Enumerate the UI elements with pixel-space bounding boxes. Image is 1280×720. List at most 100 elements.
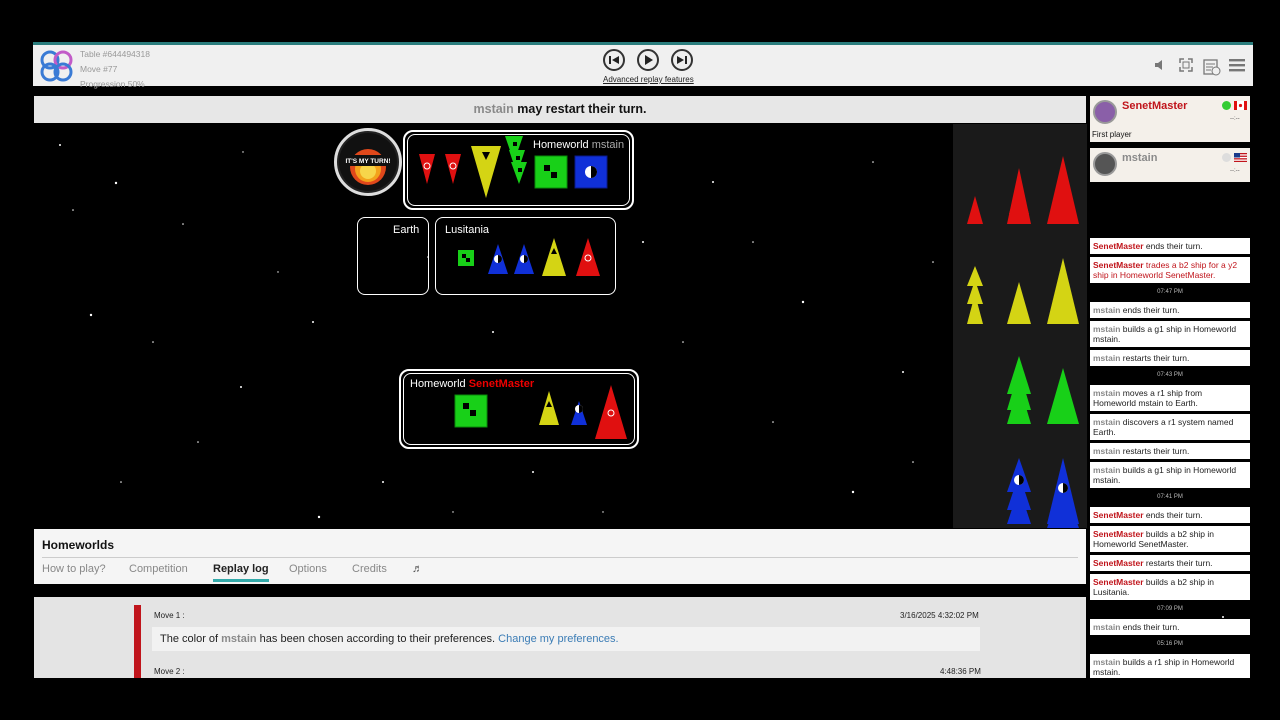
log-timestamp: 07:09 PM xyxy=(1090,603,1250,616)
game-info-panel: Homeworlds How to play? Competition Repl… xyxy=(34,529,1086,584)
log-entry-player: SenetMaster xyxy=(1093,241,1144,251)
log-entry: mstain restarts their turn. xyxy=(1090,443,1250,459)
ship-y2[interactable] xyxy=(539,391,559,425)
change-preferences-link[interactable]: Change my preferences. xyxy=(498,633,618,645)
log-timestamp: 05:16 PM xyxy=(1090,638,1250,651)
log-entry: SenetMaster builds a b2 ship in Lusitani… xyxy=(1090,574,1250,600)
play-button[interactable] xyxy=(637,49,659,71)
advanced-replay-link[interactable]: Advanced replay features xyxy=(603,75,694,84)
turn-token-badge: IT'S MY TURN! xyxy=(334,128,402,196)
canada-flag-icon xyxy=(1234,101,1247,110)
music-icon[interactable]: ♬ xyxy=(412,563,423,575)
log-text: has been chosen according to their prefe… xyxy=(256,633,499,645)
game-window: Table #644494318 Move #77 Progression 50… xyxy=(33,42,1253,678)
mute-icon[interactable] xyxy=(1153,58,1167,72)
log-entry: mstain builds a g1 ship in Homeworld mst… xyxy=(1090,462,1250,488)
status-bar: mstain may restart their turn. xyxy=(34,96,1086,123)
log-entry: SenetMaster ends their turn. xyxy=(1090,238,1250,254)
avatar[interactable] xyxy=(1093,152,1117,176)
table-info: Table #644494318 Move #77 Progression 50… xyxy=(80,47,150,92)
log-entry: mstain ends their turn. xyxy=(1090,619,1250,635)
logo-icon[interactable] xyxy=(39,49,75,83)
prev-button[interactable] xyxy=(603,49,625,71)
move-marker xyxy=(134,659,141,678)
log-entry-player: mstain xyxy=(1093,388,1121,398)
menu-icon[interactable] xyxy=(1229,58,1245,72)
player-name[interactable]: SenetMaster xyxy=(1122,100,1187,112)
tab-how-to-play[interactable]: How to play? xyxy=(42,563,106,575)
log-entry-text: restarts their turn. xyxy=(1120,446,1190,456)
game-title: Homeworlds xyxy=(42,538,115,552)
badge-main: IT'S MY TURN! xyxy=(345,158,390,165)
log-entry-player: mstain xyxy=(1093,657,1121,667)
notes-icon[interactable] xyxy=(1203,58,1221,76)
online-dot xyxy=(1222,101,1231,110)
tab-competition[interactable]: Competition xyxy=(129,563,188,575)
player-clock: --:-- xyxy=(1230,168,1240,174)
log-message: The color of mstain has been chosen acco… xyxy=(152,627,980,651)
avatar[interactable] xyxy=(1093,100,1117,124)
log-entry: SenetMaster builds a b2 ship in Homeworl… xyxy=(1090,526,1250,552)
move1-time: 3/16/2025 4:32:02 PM xyxy=(900,611,979,620)
log-entry-text: restarts their turn. xyxy=(1143,558,1213,568)
ship-r3[interactable] xyxy=(595,385,627,439)
log-entry-player: mstain xyxy=(1093,324,1121,334)
log-entry: SenetMaster ends their turn. xyxy=(1090,507,1250,523)
move2-label: Move 2 : xyxy=(154,667,185,676)
log-entry-text: restarts their turn. xyxy=(1120,353,1190,363)
bank-g3[interactable] xyxy=(1047,368,1079,424)
bank-r3[interactable] xyxy=(1047,156,1079,224)
log-entry: mstain builds a g1 ship in Homeworld mst… xyxy=(1090,321,1250,347)
next-button[interactable] xyxy=(671,49,693,71)
log-entry: mstain discovers a r1 system named Earth… xyxy=(1090,414,1250,440)
system-homeworld-mstain[interactable]: Homeworld mstain xyxy=(403,130,634,210)
move-marker xyxy=(134,605,141,663)
ship-y2[interactable] xyxy=(542,238,566,276)
log-entry: mstain moves a r1 ship from Homeworld ms… xyxy=(1090,385,1250,411)
fullscreen-icon[interactable] xyxy=(1179,58,1193,72)
system-lusitania[interactable]: Lusitania xyxy=(435,217,616,295)
log-timestamp: 07:43 PM xyxy=(1090,369,1250,382)
bank-y2[interactable] xyxy=(1007,282,1031,324)
homeworld-senetmaster-pieces xyxy=(454,385,627,439)
bank-r1[interactable] xyxy=(967,196,983,224)
log-entry-text: ends their turn. xyxy=(1143,510,1203,520)
top-bar: Table #644494318 Move #77 Progression 50… xyxy=(33,42,1253,89)
system-earth[interactable]: Earth xyxy=(357,217,429,295)
bank-r2-stack xyxy=(1009,180,1029,214)
log-entry: mstain ends their turn. xyxy=(1090,302,1250,318)
table-id: Table #644494318 xyxy=(80,49,150,59)
game-log: SenetMaster ends their turn. SenetMaster … xyxy=(1090,238,1250,678)
move-number: Move #77 xyxy=(80,64,118,74)
player-clock: --:-- xyxy=(1230,116,1240,122)
us-flag-icon xyxy=(1234,153,1247,162)
progression: Progression 50% xyxy=(80,79,145,89)
tab-options[interactable]: Options xyxy=(289,563,327,575)
log-entry-player: mstain xyxy=(1093,465,1121,475)
ship-r2[interactable] xyxy=(576,238,600,276)
tab-replay-log[interactable]: Replay log xyxy=(213,563,269,582)
system-name-earth: Earth xyxy=(393,224,420,236)
log-entry-player: mstain xyxy=(1093,446,1121,456)
log-timestamp: 07:41 PM xyxy=(1090,491,1250,504)
log-entry-player: mstain xyxy=(1093,305,1121,315)
player-card-mstain[interactable]: mstain --:-- xyxy=(1090,148,1250,182)
player-card-senetmaster[interactable]: SenetMaster --:-- First player xyxy=(1090,96,1250,142)
ship-g1[interactable] xyxy=(511,162,527,184)
log-entry-text: ends their turn. xyxy=(1143,241,1203,251)
log-entry: SenetMaster restarts their turn. xyxy=(1090,555,1250,571)
bank-y3[interactable] xyxy=(1047,258,1079,324)
divider xyxy=(42,557,1078,558)
system-homeworld-senetmaster[interactable]: Homeworld SenetMaster xyxy=(399,369,639,449)
log-entry-player: SenetMaster xyxy=(1093,529,1144,539)
tab-credits[interactable]: Credits xyxy=(352,563,387,575)
move1-label: Move 1 : xyxy=(154,611,185,620)
status-player: mstain xyxy=(473,102,514,116)
next-icon xyxy=(677,56,687,64)
offline-dot xyxy=(1222,153,1231,162)
piece-bank xyxy=(953,124,1087,528)
log-entry-player: SenetMaster xyxy=(1093,510,1144,520)
player-name[interactable]: mstain xyxy=(1122,152,1157,164)
log-entry-text: ends their turn. xyxy=(1120,305,1180,315)
log-entry-player: SenetMaster xyxy=(1093,577,1144,587)
